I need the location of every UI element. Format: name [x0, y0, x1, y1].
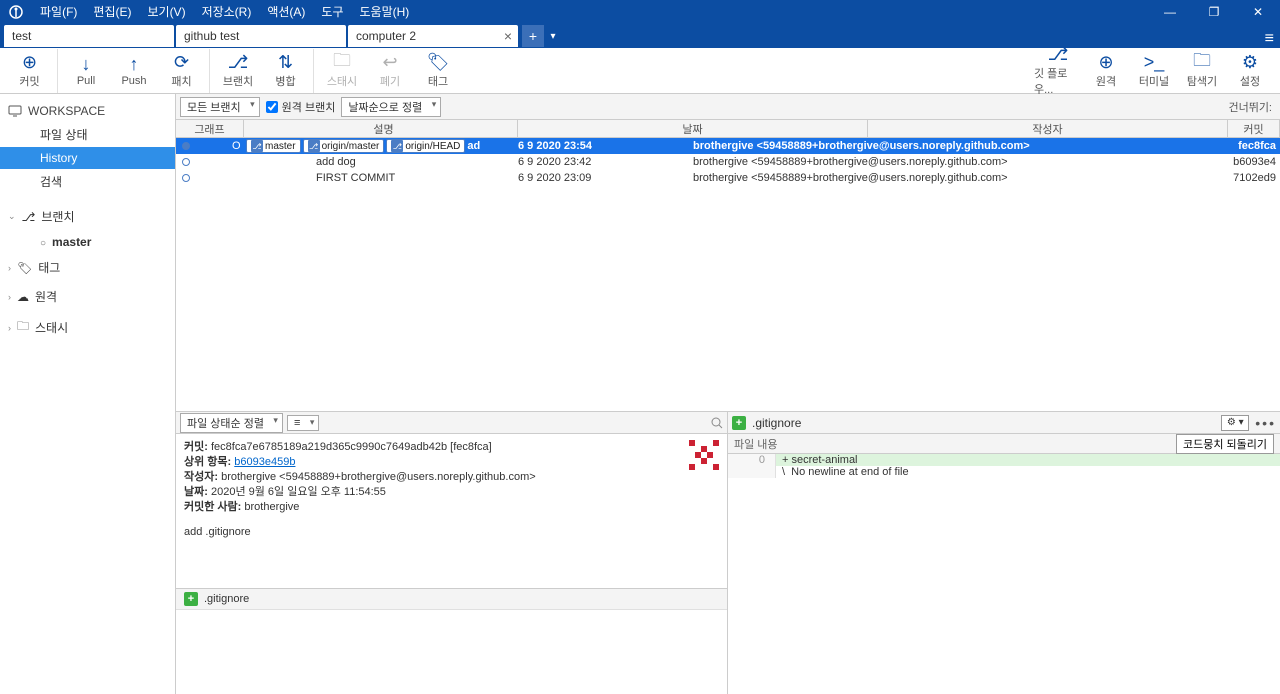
menu-item[interactable]: 저장소(R) — [194, 0, 260, 24]
sidebar-group[interactable]: ›🗀스태시 — [0, 311, 175, 344]
diff-file-name: .gitignore — [752, 416, 801, 430]
toolbar-태그-button[interactable]: 🏷태그 — [414, 49, 462, 93]
toolbar-설정-button[interactable]: ⚙설정 — [1226, 49, 1274, 93]
window-maximize-button[interactable]: ❐ — [1192, 0, 1236, 24]
remote-branch-checkbox[interactable]: 원격 브랜치 — [266, 99, 336, 115]
toolbar-터미널-button[interactable]: >_터미널 — [1130, 49, 1178, 93]
toolbar-탐색기-button[interactable]: 🗀탐색기 — [1178, 49, 1226, 93]
toolbar-icon: ⎇ — [228, 53, 249, 73]
commit-metadata: 커밋: fec8fca7e6785189a219d365c9990c7649ad… — [176, 434, 727, 546]
toolbar-icon: 🗀 — [333, 53, 351, 73]
toolbar: ⊕커밋↓Pull↑Push⟳패치⎇브랜치⇅병합🗀스태시↩폐기🏷태그 ⎇깃 플로우… — [0, 48, 1280, 94]
toolbar-icon: 🏷 — [427, 53, 450, 73]
sidebar-item-파일 상태[interactable]: 파일 상태 — [0, 122, 175, 147]
menu-item[interactable]: 파일(F) — [32, 0, 85, 24]
hamburger-menu-icon[interactable]: ≡ — [1265, 30, 1274, 48]
monitor-icon — [8, 105, 22, 117]
view-mode-dropdown[interactable]: ≡ — [287, 415, 319, 431]
added-icon: + — [732, 416, 746, 430]
group-icon: 🏷 — [17, 261, 32, 275]
menu-item[interactable]: 보기(V) — [139, 0, 193, 24]
menu-item[interactable]: 편집(E) — [85, 0, 139, 24]
workspace-header: WORKSPACE — [0, 100, 175, 122]
sidebar-group[interactable]: ›🏷태그 — [0, 253, 175, 282]
filter-bar: 모든 브랜치 원격 브랜치 날짜순으로 정렬 건너뛰기: — [176, 94, 1280, 120]
toolbar-커밋-button[interactable]: ⊕커밋 — [6, 49, 58, 93]
branch-filter-dropdown[interactable]: 모든 브랜치 — [180, 97, 260, 117]
graph-node-icon — [182, 174, 190, 182]
avatar — [689, 440, 719, 470]
diff-header-label: 파일 내용 — [734, 436, 778, 452]
changed-file-row[interactable]: + .gitignore — [176, 589, 727, 610]
toolbar-스태시-button: 🗀스태시 — [318, 49, 366, 93]
group-icon: ☁ — [17, 290, 29, 304]
toolbar-icon: ⇅ — [278, 53, 293, 73]
toolbar-icon: ↑ — [130, 55, 139, 75]
title-bar: 파일(F)편집(E)보기(V)저장소(R)액션(A)도구도움말(H) — ❐ ✕ — [0, 0, 1280, 24]
menu-item[interactable]: 도움말(H) — [352, 0, 418, 24]
branch-tag[interactable]: ⎇master — [246, 139, 301, 153]
group-icon: 🗀 — [17, 317, 29, 338]
toolbar-깃 플로우...-button[interactable]: ⎇깃 플로우... — [1034, 49, 1082, 93]
toolbar-브랜치-button[interactable]: ⎇브랜치 — [214, 49, 262, 93]
app-logo-icon — [0, 5, 32, 19]
toolbar-icon: ⎇ — [1048, 45, 1069, 65]
toolbar-pull-button[interactable]: ↓Pull — [62, 49, 110, 93]
sidebar-item-검색[interactable]: 검색 — [0, 169, 175, 194]
toolbar-icon: ⟳ — [174, 53, 189, 73]
window-minimize-button[interactable]: — — [1148, 0, 1192, 24]
sidebar-group[interactable]: ›☁원격 — [0, 282, 175, 311]
more-icon[interactable]: ••• — [1255, 415, 1276, 431]
toolbar-병합-button[interactable]: ⇅병합 — [262, 49, 314, 93]
graph-node-icon — [182, 158, 190, 166]
toolbar-push-button[interactable]: ↑Push — [110, 49, 158, 93]
diff-line: 0+ secret-animal — [728, 454, 1280, 466]
toolbar-icon: ⊕ — [1098, 53, 1113, 73]
sidebar-item-history[interactable]: History — [0, 147, 175, 169]
commit-detail-panel: 파일 상태순 정렬 ≡ 커밋: fec8fca7e6785189a219d365… — [176, 412, 728, 694]
tab-overflow-button[interactable]: ▾ — [544, 31, 562, 42]
commit-row[interactable]: O⎇master⎇origin/master⎇origin/HEAD ad6 9… — [176, 138, 1280, 154]
toolbar-icon: ↓ — [82, 55, 91, 75]
diff-line: \ No newline at end of file — [728, 466, 1280, 478]
branch-tag[interactable]: ⎇origin/HEAD — [386, 139, 465, 153]
diff-settings-button[interactable]: ⚙ ▾ — [1221, 415, 1249, 431]
toolbar-패치-button[interactable]: ⟳패치 — [158, 49, 210, 93]
sidebar: WORKSPACE 파일 상태History검색 ⌄⎇브랜치master›🏷태그… — [0, 94, 176, 694]
commit-row[interactable]: add dog6 9 2020 23:42brothergive <594588… — [176, 154, 1280, 170]
added-icon: + — [184, 592, 198, 606]
group-icon: ⎇ — [22, 210, 36, 224]
graph-node-icon — [182, 142, 190, 150]
revert-hunk-button[interactable]: 코드뭉치 되돌리기 — [1176, 434, 1274, 454]
toolbar-폐기-button: ↩폐기 — [366, 49, 414, 93]
toolbar-원격-button[interactable]: ⊕원격 — [1082, 49, 1130, 93]
toolbar-icon: 🗀 — [1193, 53, 1211, 73]
diff-panel: + .gitignore ⚙ ▾ ••• 파일 내용 코드뭉치 되돌리기 0+ … — [728, 412, 1280, 694]
repo-tab[interactable]: test — [4, 25, 174, 47]
tab-bar: testgithub testcomputer 2× + ▾ ≡ — [0, 24, 1280, 48]
repo-tab[interactable]: computer 2× — [348, 25, 518, 47]
sort-dropdown[interactable]: 날짜순으로 정렬 — [341, 97, 441, 117]
commit-grid-header: 그래프 설명 날짜 작성자 커밋 — [176, 120, 1280, 138]
toolbar-icon: ↩ — [382, 53, 397, 73]
new-tab-button[interactable]: + — [522, 25, 544, 47]
parent-link[interactable]: b6093e459b — [234, 456, 295, 468]
workspace-label: WORKSPACE — [28, 104, 105, 118]
commit-grid[interactable]: O⎇master⎇origin/master⎇origin/HEAD ad6 9… — [176, 138, 1280, 411]
branch-tag[interactable]: ⎇origin/master — [303, 139, 385, 153]
menu-item[interactable]: 도구 — [313, 0, 351, 24]
branch-item[interactable]: master — [0, 231, 175, 253]
skip-label: 건너뛰기: — [1228, 99, 1276, 115]
toolbar-icon: ⊕ — [22, 53, 37, 73]
file-sort-dropdown[interactable]: 파일 상태순 정렬 — [180, 413, 283, 433]
menu-item[interactable]: 액션(A) — [259, 0, 313, 24]
window-close-button[interactable]: ✕ — [1236, 0, 1280, 24]
close-icon[interactable]: × — [504, 28, 512, 44]
repo-tab[interactable]: github test — [176, 25, 346, 47]
toolbar-icon: >_ — [1144, 53, 1165, 73]
sidebar-group[interactable]: ⌄⎇브랜치 — [0, 202, 175, 231]
commit-row[interactable]: FIRST COMMIT6 9 2020 23:09brothergive <5… — [176, 170, 1280, 186]
search-icon[interactable] — [711, 417, 723, 429]
toolbar-icon: ⚙ — [1242, 53, 1258, 73]
